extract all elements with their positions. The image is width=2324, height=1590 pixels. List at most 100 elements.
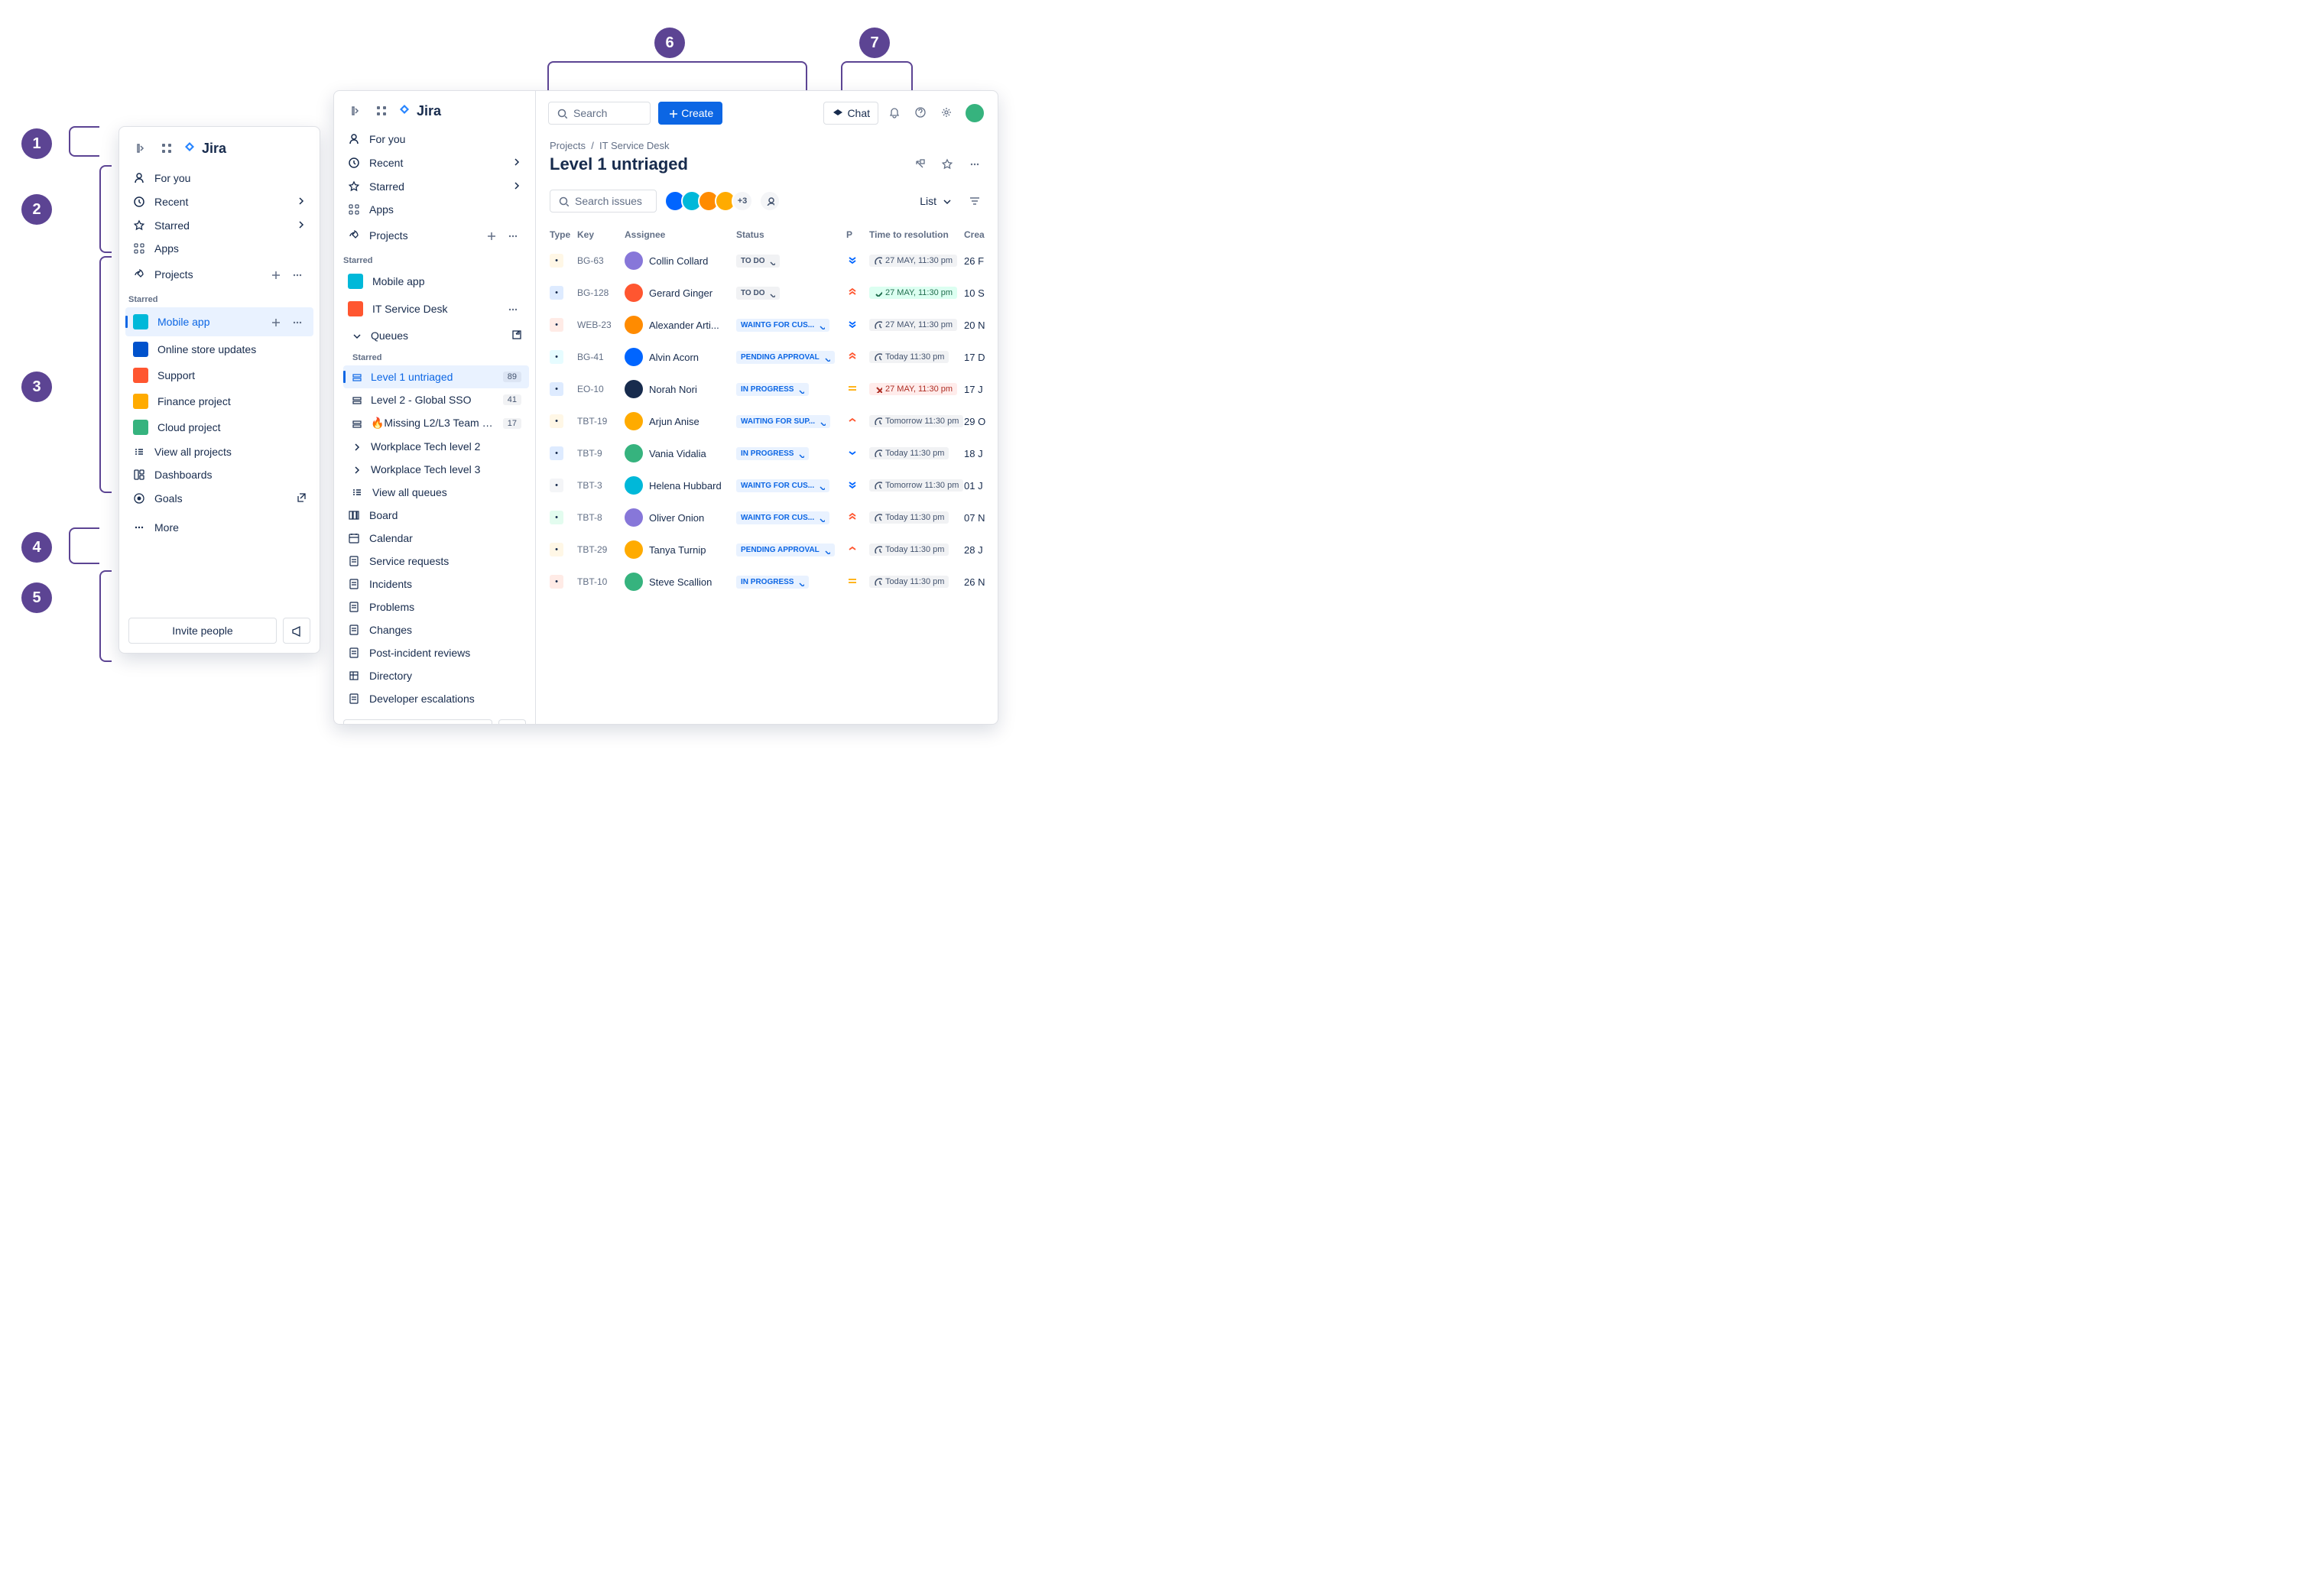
table-row[interactable]: • TBT-3 Helena Hubbard WAINTG FOR CUS...… <box>536 469 998 501</box>
more-actions-icon[interactable] <box>966 155 984 174</box>
filter-icon[interactable] <box>966 192 984 210</box>
table-row[interactable]: • TBT-10 Steve Scallion IN PROGRESS Toda… <box>536 566 998 598</box>
more-icon[interactable] <box>287 313 306 331</box>
project-finance-project[interactable]: Finance project <box>125 388 313 414</box>
table-row[interactable]: • EO-10 Norah Nori IN PROGRESS 27 MAY, 1… <box>536 373 998 405</box>
collapse-sidebar-icon[interactable] <box>346 102 365 120</box>
issue-key[interactable]: TBT-19 <box>577 416 625 427</box>
assignee-cell[interactable]: Gerard Ginger <box>625 284 736 302</box>
project-mobile-app[interactable]: Mobile app <box>340 268 529 294</box>
crumb-project[interactable]: IT Service Desk <box>599 140 670 151</box>
status-tag[interactable]: IN PROGRESS <box>736 447 809 460</box>
nav-for-you[interactable]: For you <box>125 167 313 190</box>
nav-service-requests[interactable]: Service requests <box>340 550 529 573</box>
assignee-cell[interactable]: Tanya Turnip <box>625 540 736 559</box>
queue-item[interactable]: Workplace Tech level 3 <box>343 458 529 481</box>
more-icon[interactable] <box>287 265 306 284</box>
status-tag[interactable]: TO DO <box>736 287 780 300</box>
nav-recent[interactable]: Recent <box>125 190 313 213</box>
status-tag[interactable]: TO DO <box>736 255 780 268</box>
feedback-button[interactable] <box>498 719 526 725</box>
more-icon[interactable] <box>503 300 521 318</box>
nav-for-you[interactable]: For you <box>340 128 529 151</box>
assignee-cell[interactable]: Collin Collard <box>625 251 736 270</box>
queue-item[interactable]: Workplace Tech level 2 <box>343 435 529 458</box>
invite-people-button[interactable]: Invite people <box>343 719 492 725</box>
crumb-projects[interactable]: Projects <box>550 140 586 151</box>
jira-logo[interactable]: Jira <box>398 103 441 119</box>
global-search-input[interactable]: Search <box>548 102 651 125</box>
add-icon[interactable] <box>482 226 500 245</box>
help-icon[interactable] <box>912 104 930 122</box>
assignee-cell[interactable]: Alvin Acorn <box>625 348 736 366</box>
queue-item[interactable]: 🔥Missing L2/L3 Team - AL...17 <box>343 411 529 435</box>
assignee-cell[interactable]: Norah Nori <box>625 380 736 398</box>
nav-starred[interactable]: Starred <box>340 174 529 198</box>
status-tag[interactable]: WAINTG FOR CUS... <box>736 479 829 492</box>
add-person-icon[interactable] <box>759 190 781 212</box>
table-row[interactable]: • BG-63 Collin Collard TO DO 27 MAY, 11:… <box>536 245 998 277</box>
assignee-cell[interactable]: Oliver Onion <box>625 508 736 527</box>
table-row[interactable]: • TBT-8 Oliver Onion WAINTG FOR CUS... T… <box>536 501 998 534</box>
profile-avatar[interactable] <box>964 102 985 124</box>
invite-people-button[interactable]: Invite people <box>128 618 277 644</box>
assignee-cell[interactable]: Helena Hubbard <box>625 476 736 495</box>
assignee-cell[interactable]: Arjun Anise <box>625 412 736 430</box>
nav-board[interactable]: Board <box>340 504 529 527</box>
nav-incidents[interactable]: Incidents <box>340 573 529 595</box>
status-tag[interactable]: PENDING APPROVAL <box>736 544 835 556</box>
issue-key[interactable]: TBT-29 <box>577 544 625 555</box>
collapse-sidebar-icon[interactable] <box>131 139 150 157</box>
nav-calendar[interactable]: Calendar <box>340 527 529 550</box>
issue-key[interactable]: TBT-9 <box>577 448 625 459</box>
project-mobile-app[interactable]: Mobile app <box>125 307 313 336</box>
add-icon[interactable] <box>266 265 284 284</box>
table-row[interactable]: • BG-128 Gerard Ginger TO DO 27 MAY, 11:… <box>536 277 998 309</box>
issue-key[interactable]: BG-41 <box>577 352 625 362</box>
queues-toggle[interactable]: Queues <box>343 323 529 347</box>
assignee-cell[interactable]: Vania Vidalia <box>625 444 736 462</box>
star-queue-icon[interactable] <box>938 155 956 174</box>
nav-recent[interactable]: Recent <box>340 151 529 174</box>
jira-logo[interactable]: Jira <box>183 141 226 157</box>
app-switcher-icon[interactable] <box>157 139 176 157</box>
issue-key[interactable]: BG-128 <box>577 287 625 298</box>
table-row[interactable]: • TBT-9 Vania Vidalia IN PROGRESS Today … <box>536 437 998 469</box>
issue-key[interactable]: EO-10 <box>577 384 625 394</box>
queue-item[interactable]: Level 2 - Global SSO41 <box>343 388 529 411</box>
search-issues-input[interactable]: Search issues <box>550 190 657 213</box>
status-tag[interactable]: WAITING FOR SUP... <box>736 415 830 428</box>
nav-changes[interactable]: Changes <box>340 618 529 641</box>
nav-apps[interactable]: Apps <box>125 237 313 260</box>
project-cloud-project[interactable]: Cloud project <box>125 414 313 440</box>
nav-projects[interactable]: Projects <box>125 260 313 289</box>
nav-directory[interactable]: Directory <box>340 664 529 687</box>
table-row[interactable]: • TBT-19 Arjun Anise WAITING FOR SUP... … <box>536 405 998 437</box>
more-icon[interactable] <box>503 226 521 245</box>
nav-problems[interactable]: Problems <box>340 595 529 618</box>
issue-key[interactable]: TBT-3 <box>577 480 625 491</box>
nav-apps[interactable]: Apps <box>340 198 529 221</box>
table-row[interactable]: • WEB-23 Alexander Arti... WAINTG FOR CU… <box>536 309 998 341</box>
status-tag[interactable]: WAINTG FOR CUS... <box>736 511 829 524</box>
create-button[interactable]: Create <box>658 102 722 125</box>
issue-key[interactable]: TBT-8 <box>577 512 625 523</box>
table-row[interactable]: • BG-41 Alvin Acorn PENDING APPROVAL Tod… <box>536 341 998 373</box>
goals-link[interactable]: Goals <box>125 486 313 510</box>
status-tag[interactable]: WAINTG FOR CUS... <box>736 319 829 332</box>
assignee-cell[interactable]: Alexander Arti... <box>625 316 736 334</box>
table-row[interactable]: • TBT-29 Tanya Turnip PENDING APPROVAL T… <box>536 534 998 566</box>
notifications-icon[interactable] <box>886 104 904 122</box>
nav-developer-escalations[interactable]: Developer escalations <box>340 687 529 710</box>
nav-starred[interactable]: Starred <box>125 213 313 237</box>
settings-icon[interactable] <box>938 104 956 122</box>
app-switcher-icon[interactable] <box>372 102 391 120</box>
project-online-store-updates[interactable]: Online store updates <box>125 336 313 362</box>
view-all-queues-link[interactable]: View all queues <box>343 481 529 504</box>
status-tag[interactable]: PENDING APPROVAL <box>736 351 835 364</box>
nav-projects[interactable]: Projects <box>340 221 529 250</box>
assignee-cell[interactable]: Steve Scallion <box>625 573 736 591</box>
issue-key[interactable]: BG-63 <box>577 255 625 266</box>
status-tag[interactable]: IN PROGRESS <box>736 383 809 396</box>
status-tag[interactable]: IN PROGRESS <box>736 576 809 589</box>
